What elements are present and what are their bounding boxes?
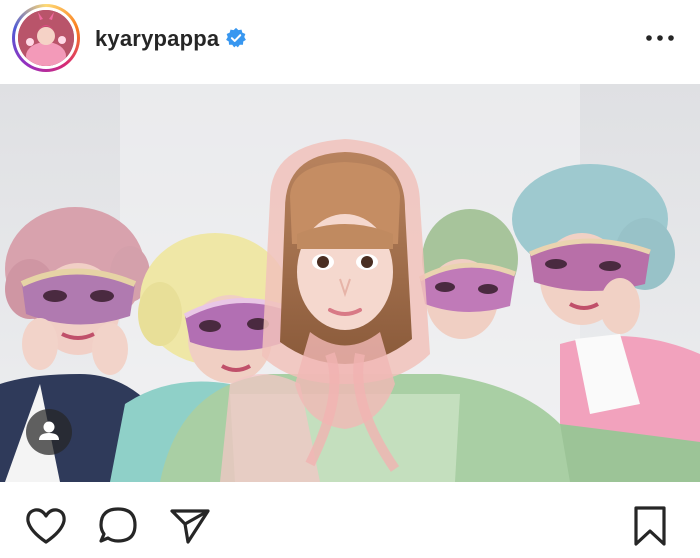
paper-plane-icon[interactable] bbox=[168, 504, 212, 548]
username-link[interactable]: kyarypappa bbox=[95, 26, 219, 52]
user-tag-button[interactable] bbox=[26, 409, 72, 455]
post-photo[interactable] bbox=[0, 84, 700, 482]
avatar-image bbox=[18, 10, 74, 66]
action-bar bbox=[0, 482, 700, 558]
post-header: kyarypappa bbox=[0, 0, 700, 84]
story-ring[interactable] bbox=[12, 4, 80, 72]
comment-icon[interactable] bbox=[96, 504, 140, 548]
more-options-icon[interactable] bbox=[640, 20, 684, 56]
heart-icon[interactable] bbox=[24, 504, 68, 548]
avatar[interactable] bbox=[18, 10, 74, 66]
verified-badge-icon bbox=[226, 27, 246, 48]
user-tag-icon bbox=[39, 421, 59, 440]
group-selfie-image bbox=[0, 84, 700, 482]
avatar-frame bbox=[15, 7, 77, 69]
bookmark-icon[interactable] bbox=[628, 504, 672, 548]
